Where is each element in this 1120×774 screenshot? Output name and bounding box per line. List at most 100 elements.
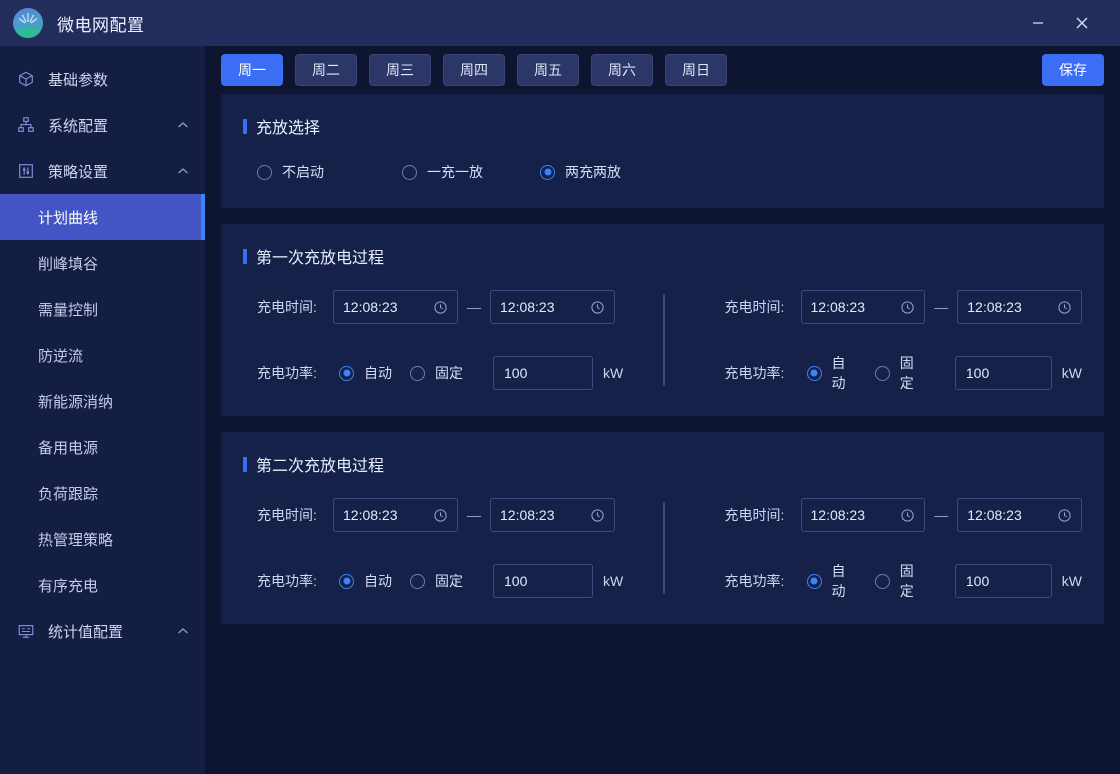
- discharge-start-time-input[interactable]: 12:08:23: [801, 498, 926, 532]
- save-button[interactable]: 保存: [1042, 54, 1104, 86]
- discharge-power-label: 充电功率:: [725, 571, 801, 591]
- discharge-power-fixed-option[interactable]: 固定: [875, 353, 925, 393]
- tab-label: 周四: [460, 60, 488, 80]
- mode-option-label: 不启动: [282, 162, 324, 182]
- sliders-box-icon: [16, 161, 36, 181]
- tab-label: 周一: [238, 60, 266, 80]
- charge-mode-options: 不启动 一充一放 两充两放: [243, 148, 1082, 186]
- chevron-up-icon: [177, 119, 189, 131]
- sidebar-item-system-config[interactable]: 系统配置: [0, 102, 205, 148]
- tab-saturday[interactable]: 周六: [591, 54, 653, 86]
- sidebar-item-anti-backflow[interactable]: 防逆流: [0, 332, 205, 378]
- tab-monday[interactable]: 周一: [221, 54, 283, 86]
- charge-power-fixed-option[interactable]: 固定: [410, 571, 463, 591]
- sidebar-item-label: 有序充电: [38, 575, 98, 596]
- sidebar-item-label: 系统配置: [48, 115, 108, 136]
- charge-start-time-input[interactable]: 12:08:23: [333, 290, 458, 324]
- sidebar-item-ordered-charging[interactable]: 有序充电: [0, 562, 205, 608]
- sidebar-item-backup-power[interactable]: 备用电源: [0, 424, 205, 470]
- close-icon: [1073, 14, 1091, 32]
- discharge-power-auto-option[interactable]: 自动: [807, 561, 857, 601]
- power-value: 100: [504, 573, 527, 589]
- charge-time-label: 充电时间:: [257, 505, 333, 525]
- clock-icon: [900, 300, 915, 315]
- discharge-start-time-input[interactable]: 12:08:23: [801, 290, 926, 324]
- discharge-power-fixed-option[interactable]: 固定: [875, 561, 925, 601]
- sidebar-item-statistics-config[interactable]: 统计值配置: [0, 608, 205, 654]
- mode-option-label: 一充一放: [427, 162, 483, 182]
- first-process-title: 第一次充放电过程: [243, 244, 1082, 268]
- sidebar-item-label: 计划曲线: [38, 207, 98, 228]
- discharge-end-time-input[interactable]: 12:08:23: [957, 290, 1082, 324]
- discharge-power-value-input[interactable]: 100: [955, 356, 1052, 390]
- tab-friday[interactable]: 周五: [517, 54, 579, 86]
- radio-selected-icon: [540, 165, 555, 180]
- charge-end-time-input[interactable]: 12:08:23: [490, 498, 615, 532]
- second-process-charge-column: 充电时间: 12:08:23 — 12:08:23: [243, 498, 663, 602]
- time-value: 12:08:23: [343, 507, 398, 523]
- discharge-power-auto-option[interactable]: 自动: [807, 353, 857, 393]
- sidebar-item-peak-shaving[interactable]: 削峰填谷: [0, 240, 205, 286]
- charge-power-value-input[interactable]: 100: [493, 356, 593, 390]
- tab-tuesday[interactable]: 周二: [295, 54, 357, 86]
- mode-option-one-charge-one-discharge[interactable]: 一充一放: [402, 162, 540, 182]
- discharge-power-value-input[interactable]: 100: [955, 564, 1052, 598]
- clock-icon: [433, 300, 448, 315]
- mode-option-two-charge-two-discharge[interactable]: 两充两放: [540, 162, 621, 182]
- charge-start-time-input[interactable]: 12:08:23: [333, 498, 458, 532]
- discharge-end-time-input[interactable]: 12:08:23: [957, 498, 1082, 532]
- column-divider: [663, 502, 665, 594]
- sidebar-item-renewable-consumption[interactable]: 新能源消纳: [0, 378, 205, 424]
- sunrise-mountain-logo-icon: [13, 8, 43, 38]
- minimize-button[interactable]: [1016, 0, 1060, 46]
- tab-sunday[interactable]: 周日: [665, 54, 727, 86]
- time-value: 12:08:23: [343, 299, 398, 315]
- auto-label: 自动: [364, 571, 392, 591]
- tab-wednesday[interactable]: 周三: [369, 54, 431, 86]
- close-button[interactable]: [1060, 0, 1104, 46]
- title-accent-bar: [243, 249, 247, 264]
- time-range-separator: —: [934, 507, 948, 523]
- radio-selected-icon: [807, 366, 822, 381]
- clock-icon: [590, 508, 605, 523]
- mode-option-disabled[interactable]: 不启动: [257, 162, 402, 182]
- power-unit: kW: [603, 365, 623, 381]
- time-value: 12:08:23: [811, 299, 866, 315]
- second-process-discharge-column: 充电时间: 12:08:23 — 12:08:23: [663, 498, 1083, 602]
- sidebar-item-strategy-settings[interactable]: 策略设置: [0, 148, 205, 194]
- day-tab-toolbar: 周一 周二 周三 周四 周五 周六 周日 保存: [205, 46, 1120, 94]
- tab-label: 周五: [534, 60, 562, 80]
- charge-mode-title: 充放选择: [243, 114, 1082, 138]
- card-title-text: 第二次充放电过程: [256, 452, 384, 476]
- title-accent-bar: [243, 457, 247, 472]
- radio-icon: [875, 366, 890, 381]
- charge-power-value-input[interactable]: 100: [493, 564, 593, 598]
- window-title: 微电网配置: [57, 11, 145, 36]
- charge-power-auto-option[interactable]: 自动: [339, 363, 392, 383]
- sidebar-item-plan-curve[interactable]: 计划曲线: [0, 194, 205, 240]
- sidebar-item-demand-control[interactable]: 需量控制: [0, 286, 205, 332]
- sidebar-item-thermal-management[interactable]: 热管理策略: [0, 516, 205, 562]
- charge-power-auto-option[interactable]: 自动: [339, 571, 392, 591]
- sidebar-item-label: 负荷跟踪: [38, 483, 98, 504]
- time-value: 12:08:23: [967, 299, 1022, 315]
- discharge-power-row: 充电功率: 自动 固定: [725, 564, 1083, 598]
- power-unit: kW: [603, 573, 623, 589]
- charge-power-label: 充电功率:: [257, 363, 333, 383]
- discharge-time-row: 充电时间: 12:08:23 — 12:08:23: [725, 290, 1083, 324]
- time-value: 12:08:23: [967, 507, 1022, 523]
- charge-power-fixed-option[interactable]: 固定: [410, 363, 463, 383]
- discharge-time-label: 充电时间:: [725, 297, 801, 317]
- sidebar-item-basic-params[interactable]: 基础参数: [0, 56, 205, 102]
- monitor-icon: [16, 621, 36, 641]
- clock-icon: [1057, 508, 1072, 523]
- radio-icon: [410, 574, 425, 589]
- fixed-label: 固定: [900, 561, 925, 601]
- charge-end-time-input[interactable]: 12:08:23: [490, 290, 615, 324]
- sidebar-item-label: 统计值配置: [48, 621, 123, 642]
- chevron-up-icon: [177, 625, 189, 637]
- sidebar-item-load-tracking[interactable]: 负荷跟踪: [0, 470, 205, 516]
- second-process-body: 充电时间: 12:08:23 — 12:08:23: [243, 486, 1082, 602]
- tab-thursday[interactable]: 周四: [443, 54, 505, 86]
- fixed-label: 固定: [900, 353, 925, 393]
